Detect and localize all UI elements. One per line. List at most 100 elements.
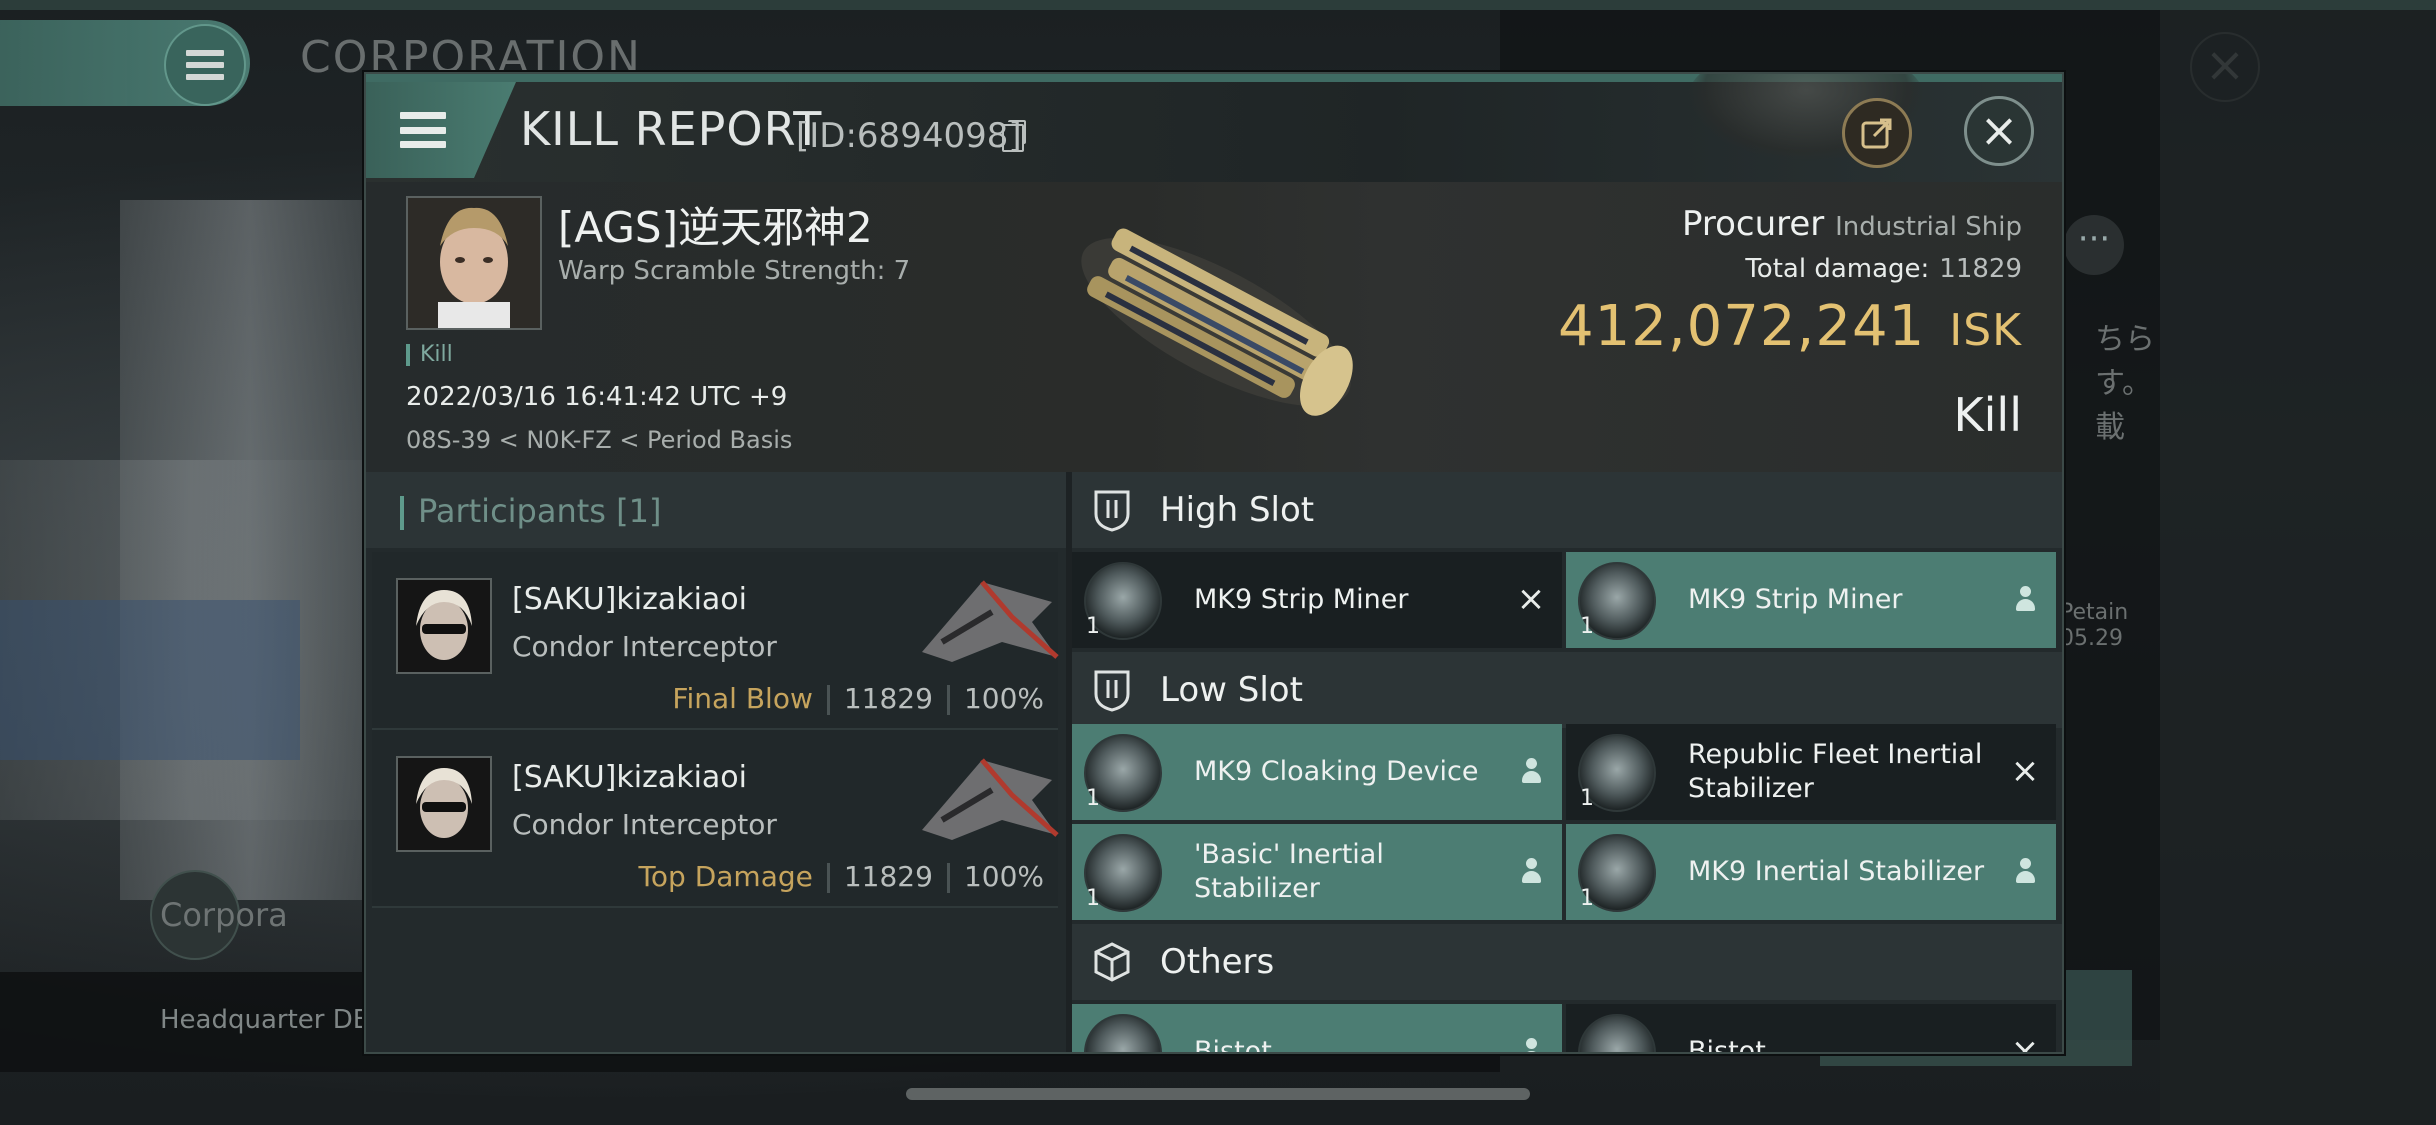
headquarter-label: Headquarter DE- xyxy=(160,1005,379,1035)
background-panel xyxy=(2160,10,2436,1125)
menu-icon xyxy=(400,112,446,148)
ore-icon xyxy=(1578,1014,1656,1052)
corporation-label: Corpora xyxy=(160,896,288,934)
destroyed-icon: × xyxy=(1516,579,1546,619)
dropped-icon xyxy=(1516,754,1546,788)
others-header: Others xyxy=(1072,924,2062,1000)
pilot-avatar xyxy=(408,198,540,328)
module-name: Bistot xyxy=(1194,1036,1272,1054)
dialog-title: KILL REPORT xyxy=(520,102,823,156)
module-name: 'Basic' Inertial Stabilizer xyxy=(1194,839,1384,904)
high-slot-icon xyxy=(1094,490,1130,532)
participants-panel: Participants [1] [SAKU]kizakiaoi Condor … xyxy=(366,472,1066,1052)
module-name: MK9 Cloaking Device xyxy=(1194,756,1479,787)
kill-report-dialog: KILL REPORT [ID:6894098] × [AGS]逆天邪神2 Wa… xyxy=(364,72,2064,1054)
ore-icon xyxy=(1084,1014,1162,1052)
result-label: Kill xyxy=(1953,388,2022,442)
fitting-panel: High Slot 1 MK9 Strip Miner × 1 MK9 Stri… xyxy=(1072,472,2062,1052)
isk-amount: 412,072,241 xyxy=(1557,294,1926,359)
module-quantity: 1 xyxy=(1580,786,1594,811)
home-indicator[interactable] xyxy=(906,1088,1530,1100)
high-slot-header: High Slot xyxy=(1072,472,2062,548)
participant-name[interactable]: [SAKU]kizakiaoi xyxy=(512,760,747,795)
total-damage: Total damage: 11829 xyxy=(1745,254,2022,284)
cargo-box-icon xyxy=(1094,942,1130,982)
condor-ship-image xyxy=(922,580,1059,662)
dialog-header: KILL REPORT [ID:6894098] × xyxy=(366,74,2062,182)
isk-value: 412,072,241 ISK xyxy=(1558,294,2022,359)
module-name: Bistot xyxy=(1688,1036,1766,1054)
copy-icon[interactable] xyxy=(1002,120,1026,152)
top-status-bar xyxy=(0,0,2436,10)
ship-type: Procurer Industrial Ship xyxy=(1682,204,2022,244)
participant-avatar[interactable] xyxy=(396,578,492,674)
corporation-menu-button[interactable] xyxy=(0,20,250,106)
kill-location[interactable]: 08S-39 < N0K-FZ < Period Basis xyxy=(406,426,792,454)
high-slot-title: High Slot xyxy=(1160,490,1315,530)
others-title: Others xyxy=(1160,942,1275,982)
participant-stats: Top Damage 11829 100% xyxy=(639,860,1044,893)
total-damage-value: 11829 xyxy=(1939,254,2022,284)
more-options-icon[interactable]: ··· xyxy=(2064,215,2124,275)
participant-tag: Final Blow xyxy=(672,682,813,715)
participant-damage: 11829 xyxy=(843,860,933,893)
participant-row[interactable]: [SAKU]kizakiaoi Condor Interceptor Top D… xyxy=(372,730,1059,908)
dropped-icon xyxy=(2010,854,2040,888)
module-item[interactable]: 1 Bistot xyxy=(1072,1004,1562,1054)
condor-ship-image xyxy=(922,758,1059,840)
kill-tag: Kill xyxy=(406,344,453,366)
low-slot-title: Low Slot xyxy=(1160,670,1303,710)
isk-unit: ISK xyxy=(1949,305,2022,356)
participants-title: Participants [1] xyxy=(418,492,662,530)
module-item[interactable]: 1 MK9 Cloaking Device xyxy=(1072,724,1562,820)
share-icon xyxy=(1861,118,1892,149)
module-item[interactable]: 1 Republic Fleet Inertial Stabilizer × xyxy=(1566,724,2056,820)
background-text: Petain 05.29 xyxy=(2060,600,2129,651)
participant-stats: Final Blow 11829 100% xyxy=(672,682,1044,715)
dropped-icon xyxy=(2010,582,2040,616)
victim-portrait[interactable] xyxy=(406,196,542,330)
dropped-icon xyxy=(1516,854,1546,888)
kill-datetime: 2022/03/16 16:41:42 UTC +9 xyxy=(406,382,788,412)
menu-icon xyxy=(186,50,224,80)
share-button[interactable] xyxy=(1842,98,1912,168)
participant-tag: Top Damage xyxy=(638,860,813,893)
ship-name[interactable]: Procurer xyxy=(1682,204,1824,244)
header-accent xyxy=(400,496,404,530)
module-quantity: 1 xyxy=(1086,786,1100,811)
module-name: MK9 Strip Miner xyxy=(1688,584,1903,615)
participant-ship: Condor Interceptor xyxy=(512,630,777,663)
close-button[interactable]: × xyxy=(1964,96,2034,166)
low-slot-header: Low Slot xyxy=(1072,652,2062,728)
module-name: MK9 Strip Miner xyxy=(1194,584,1409,615)
dialog-menu-button[interactable] xyxy=(366,82,516,178)
module-quantity: 1 xyxy=(1580,886,1594,911)
station-panel xyxy=(0,600,300,760)
module-quantity: 1 xyxy=(1086,614,1100,639)
participant-avatar[interactable] xyxy=(396,756,492,852)
ship-class: Industrial Ship xyxy=(1835,212,2022,242)
total-damage-label: Total damage: xyxy=(1745,254,1930,284)
module-item[interactable]: 1 Bistot × xyxy=(1566,1004,2056,1054)
destroyed-icon: × xyxy=(2010,751,2040,791)
dropped-icon xyxy=(1516,1034,1546,1052)
module-name: MK9 Inertial Stabilizer xyxy=(1688,856,1985,887)
destroyed-icon: × xyxy=(2010,1031,2040,1054)
participant-percent: 100% xyxy=(963,860,1044,893)
low-slot-icon xyxy=(1094,670,1130,712)
report-id: [ID:6894098] xyxy=(796,116,1022,156)
victim-section: [AGS]逆天邪神2 Warp Scramble Strength: 7 Kil… xyxy=(366,182,2062,472)
participants-header: Participants [1] xyxy=(366,472,1066,548)
participant-name[interactable]: [SAKU]kizakiaoi xyxy=(512,582,747,617)
procurer-ship-image xyxy=(1081,228,1353,416)
warp-scramble-strength: Warp Scramble Strength: 7 xyxy=(558,256,911,286)
participant-ship: Condor Interceptor xyxy=(512,808,777,841)
module-item[interactable]: 1 'Basic' Inertial Stabilizer xyxy=(1072,824,1562,920)
module-item[interactable]: 1 MK9 Inertial Stabilizer xyxy=(1566,824,2056,920)
victim-pilot-name[interactable]: [AGS]逆天邪神2 xyxy=(558,194,873,255)
module-item[interactable]: 1 MK9 Strip Miner xyxy=(1566,552,2056,648)
pilot-avatar xyxy=(398,758,490,850)
participant-row[interactable]: [SAKU]kizakiaoi Condor Interceptor Final… xyxy=(372,552,1059,730)
module-item[interactable]: 1 MK9 Strip Miner × xyxy=(1072,552,1562,648)
background-text: ちら す。載 xyxy=(2095,322,2155,445)
